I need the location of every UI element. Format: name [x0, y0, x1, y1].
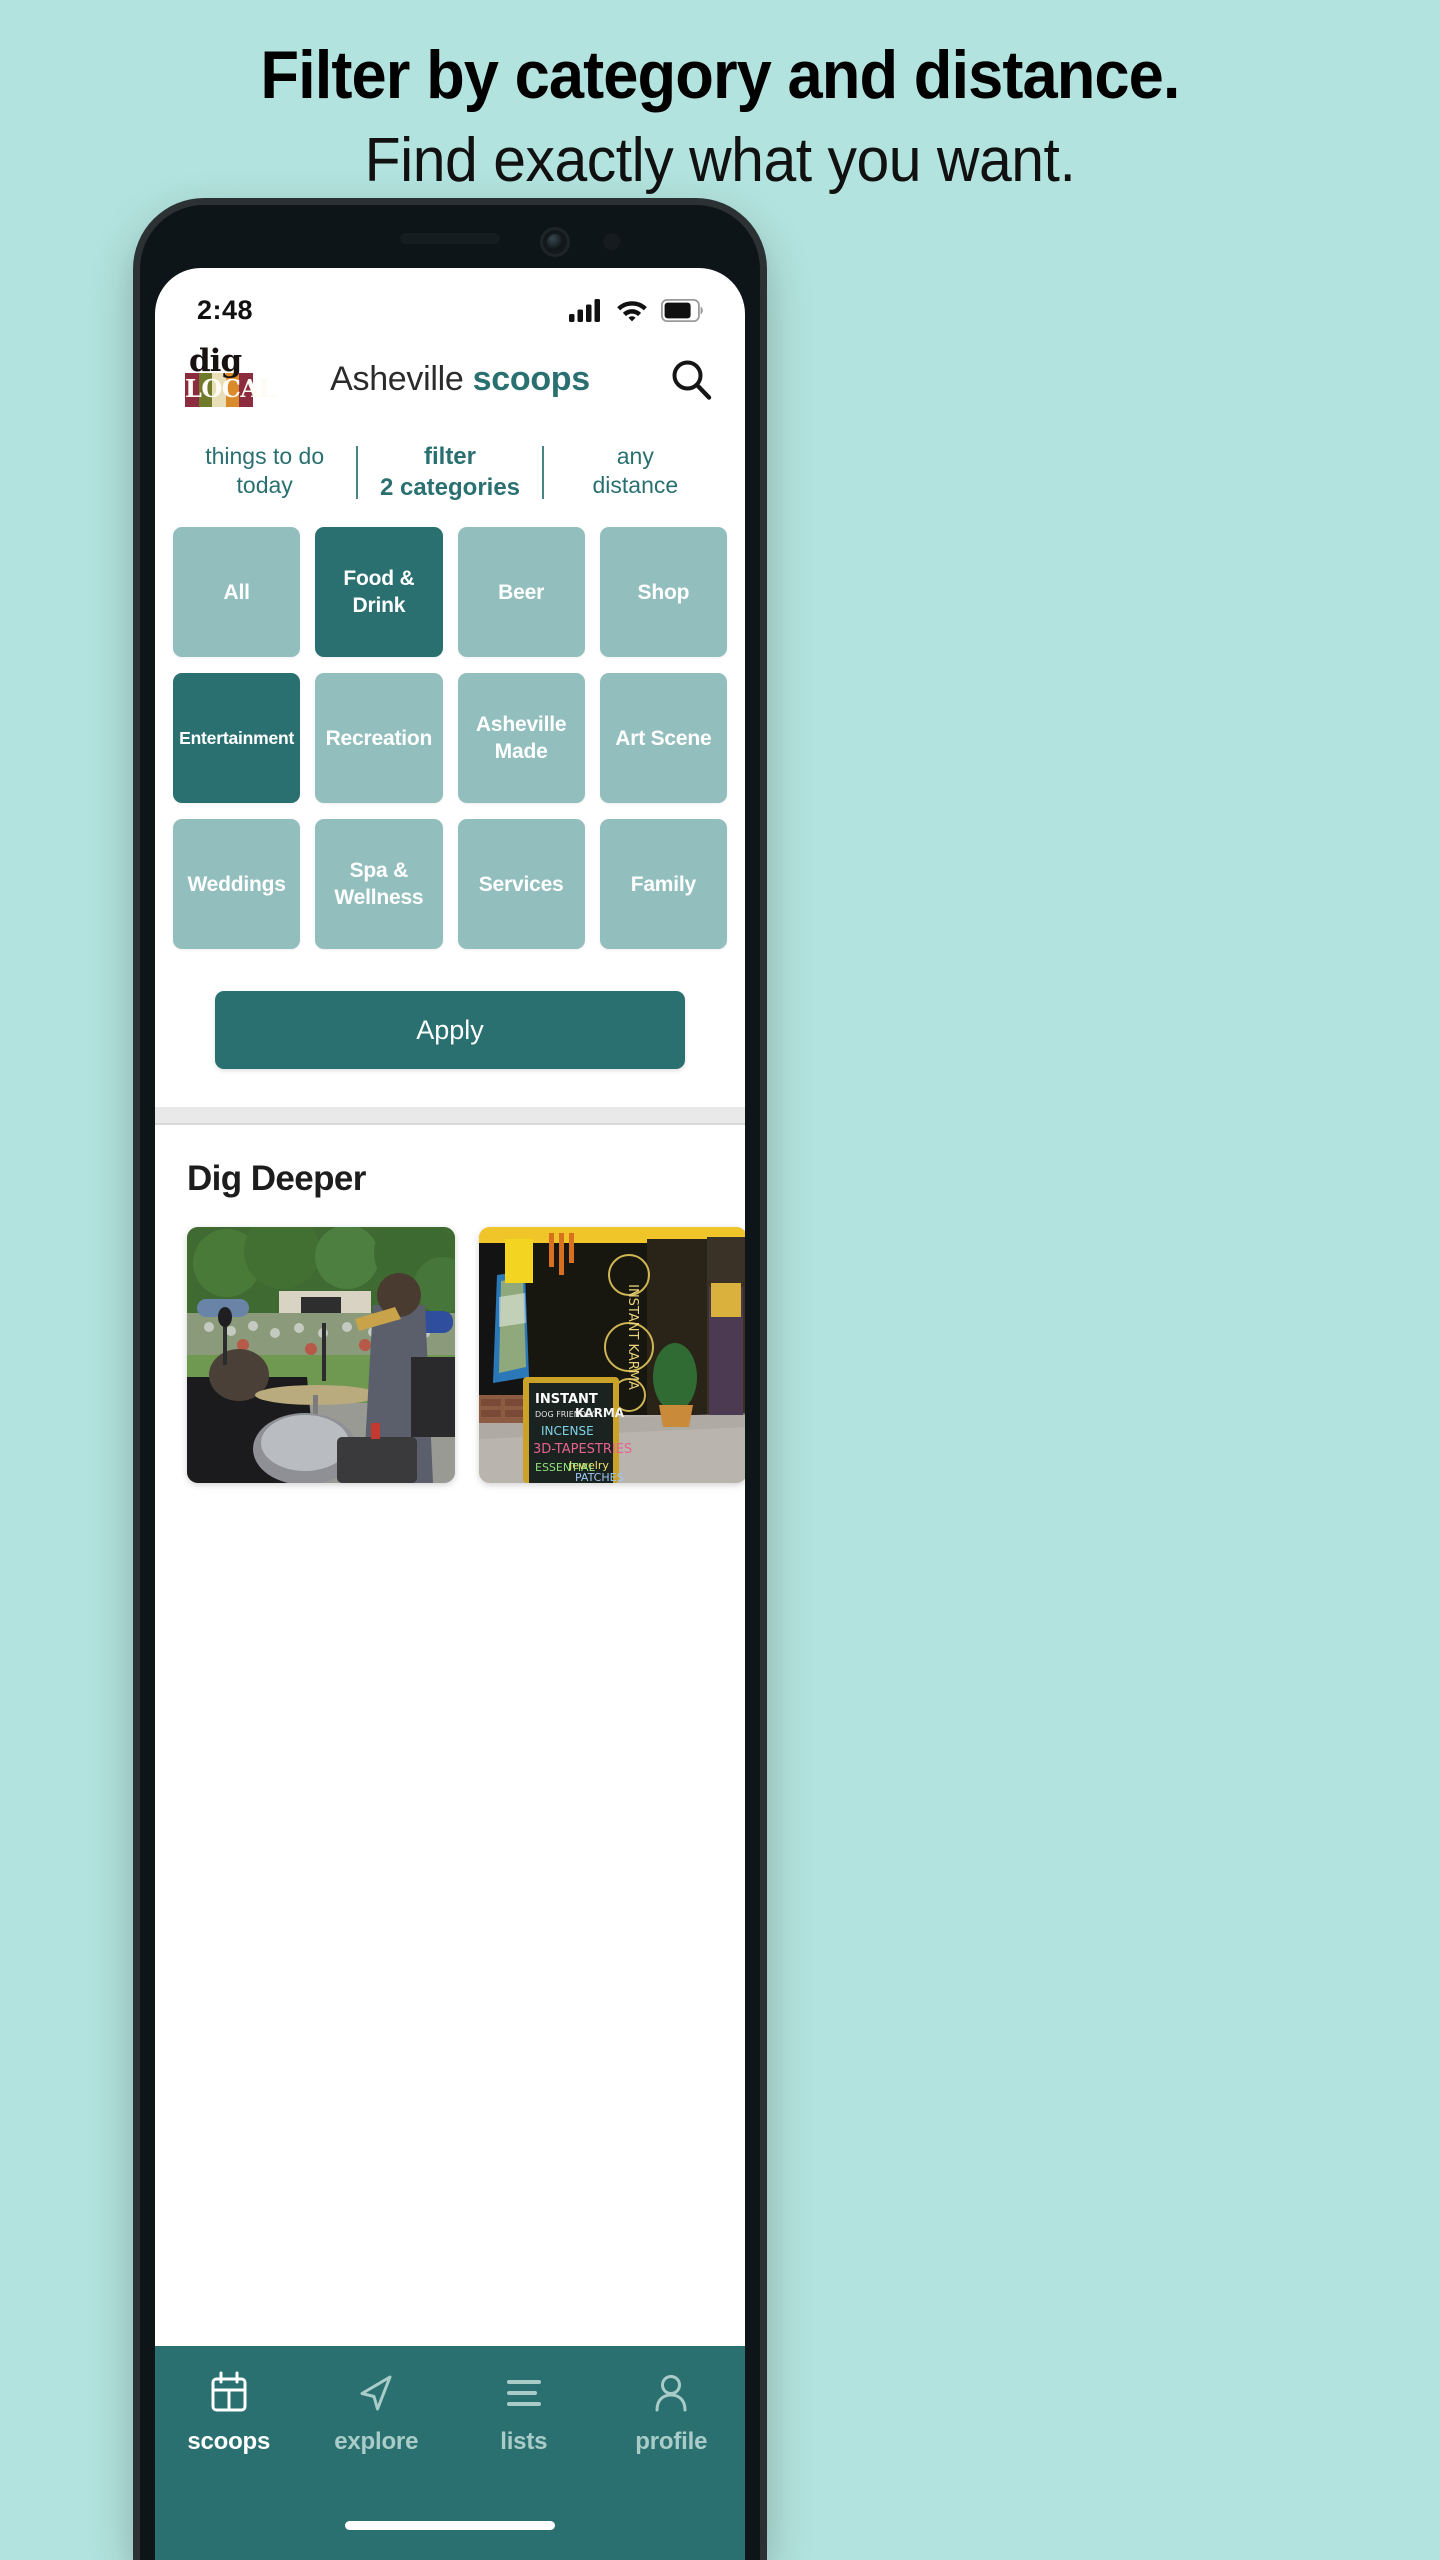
nav-item-explore[interactable]: explore [303, 2370, 451, 2456]
nav-label-profile: profile [635, 2428, 708, 2455]
apply-button-container: Apply [155, 949, 745, 1107]
svg-text:INSTANT: INSTANT [535, 1392, 598, 1407]
svg-text:3D-TAPESTRIES: 3D-TAPESTRIES [533, 1442, 632, 1457]
dig-deeper-card-list[interactable]: INSTANT KARMA INSTANT DOG FRIENDLY KARMA… [155, 1199, 745, 1484]
page-title: Asheville scoops [330, 360, 590, 399]
nav-item-lists[interactable]: lists [450, 2370, 598, 2456]
nav-label-scoops: scoops [187, 2428, 271, 2455]
svg-text:INSTANT KARMA: INSTANT KARMA [625, 1285, 640, 1391]
instant-karma-storefront-photo: INSTANT KARMA INSTANT DOG FRIENDLY KARMA… [479, 1227, 745, 1484]
cellular-signal-icon [569, 299, 600, 322]
promo-headline-secondary: Find exactly what you want. [364, 125, 1076, 195]
home-indicator [345, 2521, 555, 2530]
category-shop[interactable]: Shop [599, 527, 727, 658]
nav-label-explore: explore [334, 2428, 419, 2455]
apply-button[interactable]: Apply [215, 991, 685, 1070]
tab-distance-line2: distance [592, 472, 679, 499]
category-spa-wellness[interactable]: Spa & Wellness [315, 819, 443, 950]
earpiece-speaker [400, 233, 500, 244]
svg-text:INCENSE: INCENSE [541, 1424, 594, 1438]
phone-screen: 2:48 dig LOCAL Asheville scoops things t… [155, 268, 745, 2560]
wifi-icon [617, 301, 647, 322]
tab-distance-line1: any [616, 443, 654, 469]
tab-divider-1 [356, 446, 359, 500]
promo-headline-primary: Filter by category and distance. [260, 37, 1180, 113]
status-icons [569, 298, 703, 322]
list-lines-icon [506, 2380, 541, 2406]
navigation-arrow-icon [360, 2375, 392, 2411]
status-time: 2:48 [197, 294, 254, 325]
bottom-navigation: scoops explore lists profile [155, 2346, 745, 2560]
tab-distance[interactable]: any distance [544, 442, 727, 503]
phone-mockup: 2:48 dig LOCAL Asheville scoops things t… [140, 205, 760, 2560]
category-beer[interactable]: Beer [457, 527, 585, 658]
category-food-drink[interactable]: Food & Drink [315, 527, 443, 658]
svg-text:KARMA: KARMA [575, 1406, 625, 1420]
dig-deeper-card-storefront[interactable]: INSTANT KARMA INSTANT DOG FRIENDLY KARMA… [479, 1227, 745, 1484]
page-title-scoops: scoops [472, 359, 591, 398]
front-camera-icon [540, 227, 570, 257]
tab-filter-line1: filter [423, 443, 476, 470]
sensor-icon [603, 233, 620, 250]
dig-local-logo[interactable]: dig LOCAL [185, 343, 275, 410]
nav-item-scoops[interactable]: scoops [155, 2370, 303, 2456]
dig-deeper-section: Dig Deeper INSTANT KARMA INSTANT DOG FRI… [155, 1125, 745, 1484]
logo-dig-text: dig [189, 343, 242, 379]
category-recreation[interactable]: Recreation [315, 673, 443, 804]
category-all[interactable]: All [173, 527, 301, 658]
logo-local-text: LOCAL [185, 374, 275, 403]
tab-things-to-do-line2: today [236, 472, 293, 499]
category-entertainment[interactable]: Entertainment [173, 673, 301, 804]
svg-text:PATCHES: PATCHES [575, 1471, 624, 1483]
outdoor-concert-photo [187, 1227, 455, 1484]
tab-things-to-do[interactable]: things to do today [173, 442, 356, 503]
category-art-scene[interactable]: Art Scene [599, 673, 727, 804]
tab-things-to-do-line1: things to do [205, 443, 325, 469]
battery-icon [661, 298, 703, 322]
tab-divider-2 [541, 446, 544, 500]
promo-headline-block: Filter by category and distance. Find ex… [0, 0, 1440, 196]
dig-deeper-card-concert[interactable] [187, 1227, 455, 1484]
category-family[interactable]: Family [599, 819, 727, 950]
search-icon[interactable] [667, 355, 715, 403]
app-header: dig LOCAL Asheville scoops [155, 334, 745, 420]
category-services[interactable]: Services [457, 819, 585, 950]
nav-item-profile[interactable]: profile [598, 2370, 746, 2456]
category-grid: All Food & Drink Beer Shop Entertainment… [155, 523, 745, 950]
status-bar: 2:48 [155, 268, 745, 334]
tab-filter-line2: 2 categories [379, 473, 521, 501]
calendar-icon [211, 2371, 247, 2412]
promo-page: Filter by category and distance. Find ex… [0, 0, 1440, 2560]
dig-deeper-title: Dig Deeper [187, 1159, 366, 1199]
page-title-city: Asheville [330, 359, 473, 398]
sheet-divider [155, 1107, 745, 1124]
tab-filter[interactable]: filter 2 categories [358, 442, 541, 503]
category-asheville-made[interactable]: Asheville Made [457, 673, 585, 804]
nav-label-lists: lists [500, 2428, 548, 2455]
filter-tabs: things to do today filter 2 categories a… [155, 420, 745, 523]
person-icon [655, 2375, 687, 2412]
category-weddings[interactable]: Weddings [173, 819, 301, 950]
